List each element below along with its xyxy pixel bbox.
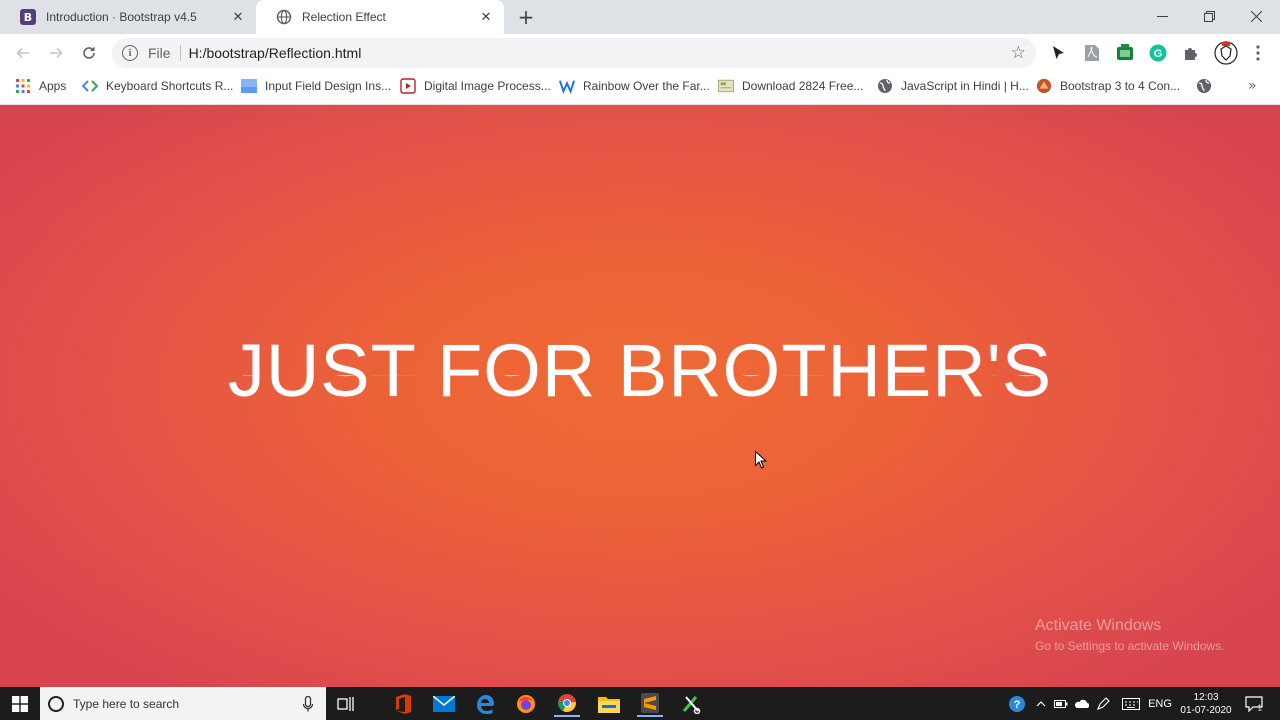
bookmarks-bar: Apps Keyboard Shortcuts R... Input Field… [0, 72, 1280, 105]
clock-date: 01-07-2020 [1180, 704, 1232, 716]
envelope-icon [718, 78, 734, 94]
grammarly-icon[interactable]: G [1148, 43, 1168, 63]
tab-relection-effect[interactable]: Relection Effect ✕ [256, 0, 504, 34]
globe-icon [1196, 78, 1212, 94]
tab-strip: B Introduction · Bootstrap v4.5 ✕ Relect… [0, 0, 1280, 34]
tab-introduction-bootstrap[interactable]: B Introduction · Bootstrap v4.5 ✕ [0, 0, 256, 34]
close-tab-icon[interactable]: ✕ [230, 9, 246, 25]
system-clock[interactable]: 12:03 01-07-2020 [1176, 687, 1236, 720]
watermark-title: Activate Windows [1035, 617, 1162, 634]
chevron-up-icon[interactable] [1033, 691, 1049, 717]
bookmark-digital-image-processing[interactable]: Digital Image Process... [400, 72, 551, 100]
globe-icon [276, 9, 292, 25]
reflection-text: JUST FOR BROTHER'S [0, 375, 1280, 391]
bookmark-label: JavaScript in Hindi | H... [901, 79, 1029, 93]
address-bar[interactable]: i File H:/bootstrap/Reflection.html ☆ [112, 38, 1036, 68]
cortana-icon [48, 695, 64, 712]
cursor-extension-icon[interactable] [1048, 43, 1068, 63]
windows-start-button[interactable] [0, 687, 40, 720]
watermark-subtitle: Go to Settings to activate Windows. [1035, 639, 1225, 653]
tab-title: Introduction · Bootstrap v4.5 [46, 10, 197, 24]
image-icon [241, 78, 257, 94]
scheme-label: File [148, 45, 171, 61]
sublime-text-icon[interactable] [637, 691, 663, 717]
bookmark-bootstrap-3-to-4[interactable]: Bootstrap 3 to 4 Con... [1036, 72, 1180, 100]
divider [179, 45, 181, 61]
screenshot-extension-icon[interactable] [1115, 43, 1135, 63]
chrome-icon[interactable] [554, 691, 580, 717]
windows-taskbar: Type here to search ? ENG 12:03 01-07-20… [0, 687, 1280, 720]
forward-arrow-icon[interactable] [43, 40, 69, 66]
notification-count: 1 [1258, 703, 1263, 712]
bookmark-label: Bootstrap 3 to 4 Con... [1060, 79, 1181, 93]
code-icon [82, 78, 98, 94]
microphone-icon[interactable] [300, 695, 316, 712]
bookmark-globe[interactable] [1196, 72, 1220, 100]
extensions-puzzle-icon[interactable] [1181, 43, 1201, 63]
onedrive-cloud-icon[interactable] [1072, 691, 1090, 717]
mouse-pointer-icon [755, 451, 767, 469]
headline-reflection: JUST FOR BROTHER'S [0, 375, 1280, 419]
chevron-more-icon[interactable]: » [1248, 78, 1257, 94]
bookmark-keyboard-shortcuts[interactable]: Keyboard Shortcuts R... [82, 72, 233, 100]
restore-button[interactable] [1186, 0, 1232, 32]
bookmark-label: Input Field Design Ins... [265, 79, 392, 93]
activate-windows-watermark: Activate Windows Go to Settings to activ… [1035, 617, 1224, 653]
back-arrow-icon[interactable] [10, 40, 36, 66]
pen-tray-icon[interactable] [1094, 691, 1112, 717]
menu-kebab-icon[interactable] [1248, 43, 1268, 63]
clock-time: 12:03 [1193, 691, 1219, 703]
url-text[interactable]: H:/bootstrap/Reflection.html [189, 45, 362, 61]
notification-center-icon[interactable]: 1 [1244, 687, 1264, 720]
file-explorer-icon[interactable] [596, 691, 622, 717]
windows-logo-icon [12, 695, 28, 712]
w-logo-icon [559, 78, 575, 94]
help-tray-icon[interactable]: ? [1005, 691, 1029, 717]
bookmark-label: Apps [39, 79, 67, 93]
firefox-icon[interactable] [513, 691, 539, 717]
new-tab-button[interactable]: + [514, 5, 538, 29]
close-tab-icon[interactable]: ✕ [478, 9, 494, 25]
profile-avatar[interactable] [1214, 41, 1238, 65]
language-indicator[interactable]: ENG [1148, 687, 1172, 720]
tab-title: Relection Effect [302, 10, 386, 24]
taskbar-search-box[interactable]: Type here to search [40, 687, 326, 720]
bookmark-label: Rainbow Over the Far... [583, 79, 710, 93]
svg-text:?: ? [1014, 699, 1021, 711]
pdf-extension-icon[interactable] [1082, 43, 1102, 63]
bookmark-download-2824-free[interactable]: Download 2824 Free... [718, 72, 863, 100]
bookmark-label: Keyboard Shortcuts R... [106, 79, 234, 93]
apps-grid-icon [15, 78, 31, 94]
info-icon[interactable]: i [122, 45, 138, 61]
office-app-icon[interactable] [390, 691, 416, 717]
browser-toolbar: i File H:/bootstrap/Reflection.html ☆ G [0, 34, 1280, 72]
bookmark-apps[interactable]: Apps [15, 72, 66, 100]
mail-app-icon[interactable] [431, 691, 457, 717]
bookmark-label: Digital Image Process... [424, 79, 551, 93]
svg-text:G: G [1154, 48, 1163, 60]
minimize-button[interactable] [1139, 0, 1185, 32]
edge-browser-icon[interactable] [472, 691, 498, 717]
page-viewport: JUST FOR BROTHER'S JUST FOR BROTHER'S Ac… [0, 105, 1280, 687]
snipping-tool-icon[interactable] [678, 691, 704, 717]
bookmark-label: Download 2824 Free... [742, 79, 864, 93]
bookmark-star-icon[interactable]: ☆ [1011, 43, 1026, 63]
slides-icon [400, 78, 416, 94]
battery-tray-icon[interactable] [1052, 691, 1070, 717]
bootstrap-icon [1036, 78, 1052, 94]
bootstrap-icon: B [20, 9, 36, 25]
close-window-button[interactable] [1233, 0, 1279, 32]
search-placeholder: Type here to search [73, 696, 180, 711]
reload-icon[interactable] [76, 40, 102, 66]
bookmark-input-field-design[interactable]: Input Field Design Ins... [241, 72, 391, 100]
task-view-icon[interactable] [333, 691, 359, 717]
globe-icon [877, 78, 893, 94]
keyboard-tray-icon[interactable] [1119, 691, 1143, 717]
bookmark-rainbow-over-the-far[interactable]: Rainbow Over the Far... [559, 72, 710, 100]
reflection-block: JUST FOR BROTHER'S JUST FOR BROTHER'S [0, 333, 1280, 419]
bookmark-javascript-in-hindi[interactable]: JavaScript in Hindi | H... [877, 72, 1029, 100]
